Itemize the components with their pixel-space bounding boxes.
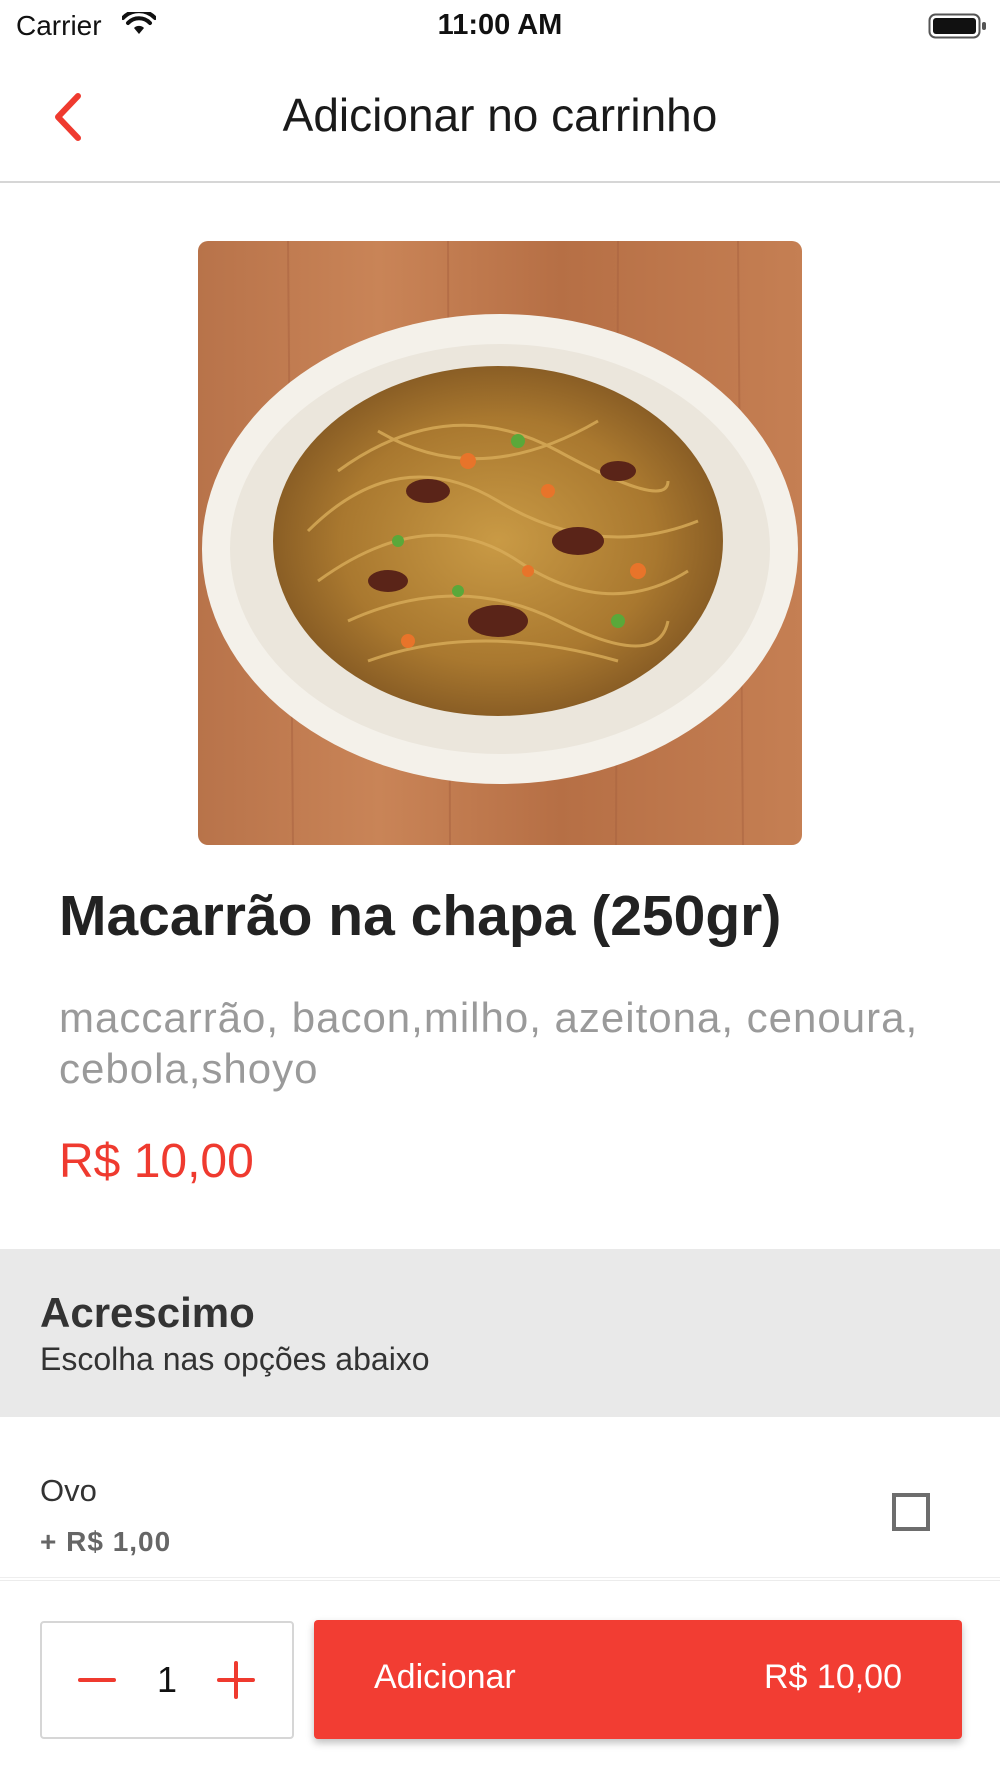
product-image xyxy=(198,241,802,845)
option-row-ovo[interactable]: Ovo + R$ 1,00 xyxy=(0,1417,1000,1578)
product-price: R$ 10,00 xyxy=(59,1135,254,1188)
status-bar: Carrier 11:00 AM xyxy=(0,0,1000,52)
extras-section-header: Acrescimo Escolha nas opções abaixo xyxy=(0,1249,1000,1417)
extras-subtitle: Escolha nas opções abaixo xyxy=(40,1341,430,1377)
option-name: Ovo xyxy=(40,1473,97,1508)
add-to-cart-button[interactable]: Adicionar R$ 10,00 xyxy=(314,1620,962,1739)
page-title: Adicionar no carrinho xyxy=(282,89,718,141)
plus-icon[interactable] xyxy=(217,1661,255,1699)
nav-bar: Adicionar no carrinho xyxy=(0,52,1000,183)
footer-bar: 1 Adicionar R$ 10,00 xyxy=(0,1580,1000,1779)
option-checkbox[interactable] xyxy=(892,1493,930,1531)
extras-title: Acrescimo xyxy=(40,1289,255,1336)
add-button-price: R$ 10,00 xyxy=(764,1658,902,1696)
product-description: maccarrão, bacon,milho, azeitona, cenour… xyxy=(59,994,919,1092)
add-button-label: Adicionar xyxy=(374,1658,516,1696)
option-price: + R$ 1,00 xyxy=(40,1526,172,1557)
clock: 11:00 AM xyxy=(437,9,563,41)
quantity-stepper: 1 xyxy=(40,1621,294,1739)
battery-icon xyxy=(928,12,988,45)
product-name: Macarrão na chapa (250gr) xyxy=(59,884,782,948)
